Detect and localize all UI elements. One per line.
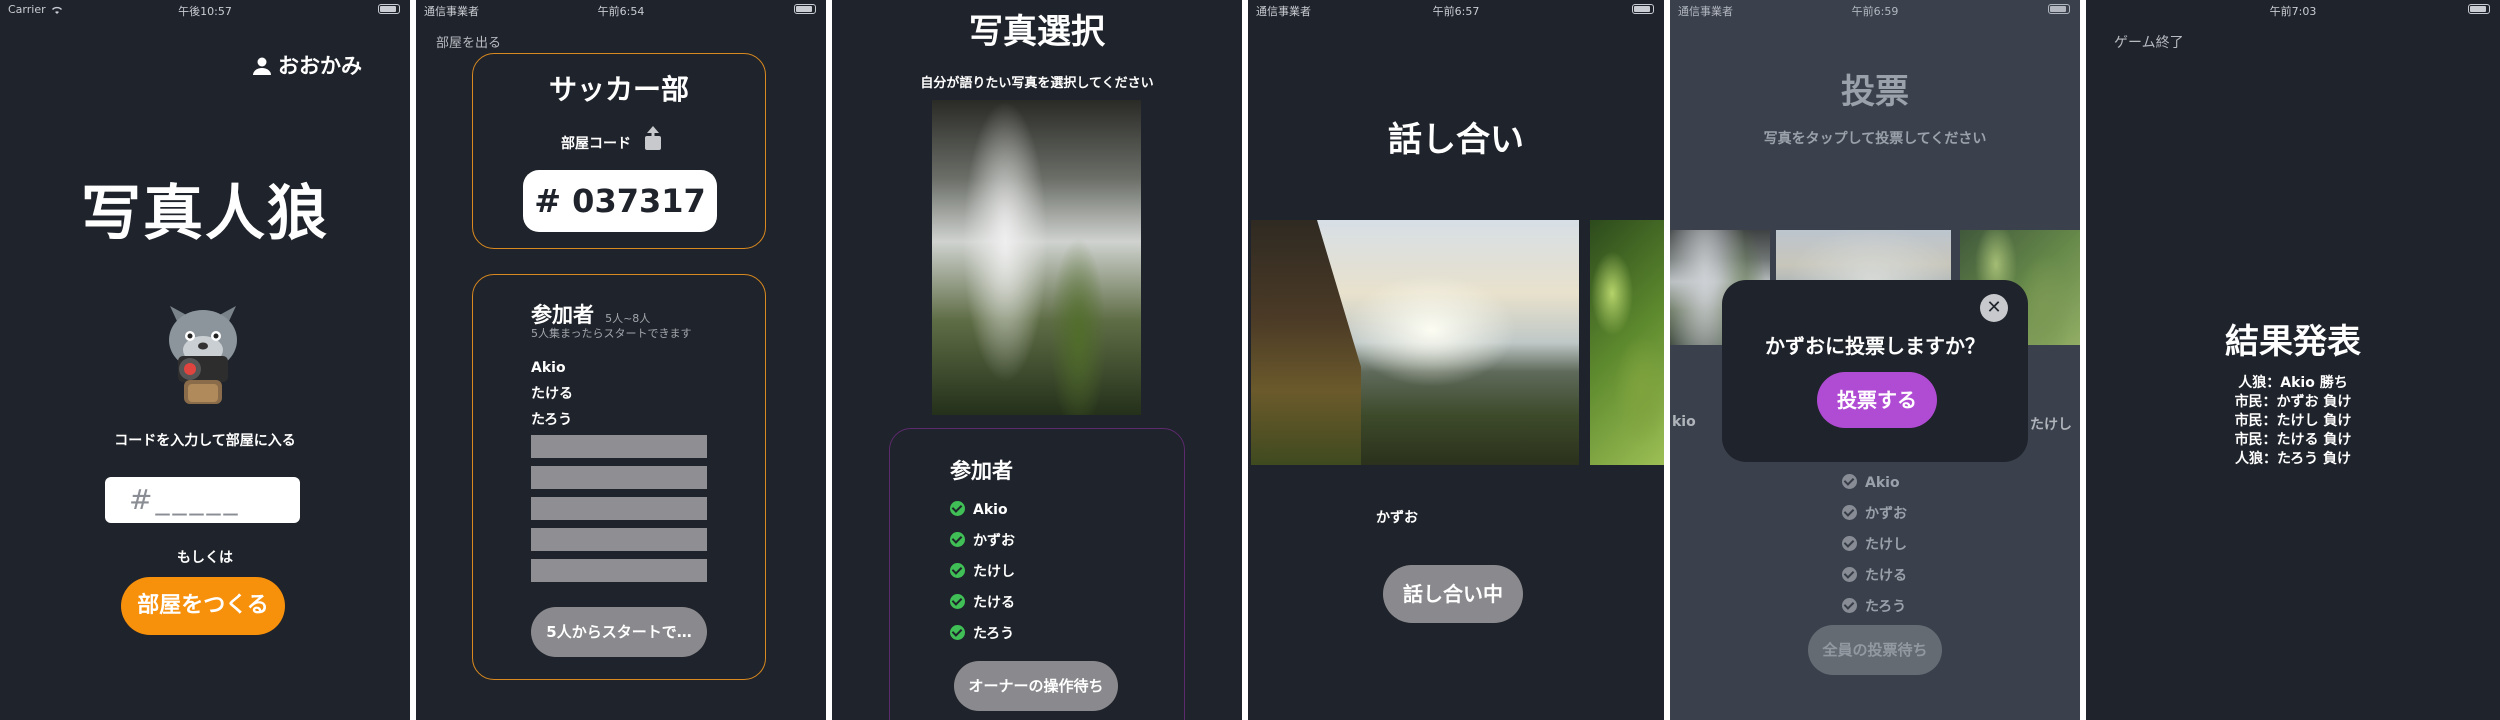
battery-icon — [378, 4, 400, 14]
battery-icon — [1632, 4, 1654, 14]
status-time: 午前6:54 — [597, 5, 645, 18]
room-code-label: 部屋コード — [561, 126, 664, 153]
list-item: Akio — [531, 360, 566, 376]
list-item: Akio — [950, 495, 1015, 526]
battery-icon — [794, 4, 816, 14]
status-time: 午前6:57 — [1432, 5, 1480, 18]
page-title: 結果発表 — [2225, 322, 2361, 362]
discussion-photo[interactable] — [1251, 220, 1579, 465]
waterfall-photo[interactable] — [932, 100, 1141, 415]
speaker-name: かずお — [1376, 510, 1418, 526]
result-row: 市民：かずお 負け — [2234, 394, 2352, 410]
result-row: 市民：たけし 負け — [2234, 413, 2352, 429]
list-item: かずお — [950, 526, 1015, 557]
wolf-mascot-image — [148, 288, 258, 408]
list-item: たろう — [950, 619, 1015, 650]
list-item: たろう — [531, 412, 573, 428]
list-item: たける — [531, 386, 573, 402]
check-icon — [950, 563, 965, 578]
room-code-input[interactable]: #_____ — [105, 477, 300, 523]
empty-slot — [531, 435, 707, 458]
empty-slot — [531, 528, 707, 551]
participants-card: 参加者 5人~8人 5人集まったらスタートできます Akio たける たろう 5… — [472, 274, 766, 680]
result-row: 市民：たける 負け — [2234, 432, 2352, 448]
screen-results: 午前7:03 ゲーム終了 結果発表 人狼：Akio 勝ち 市民：かずお 負け 市… — [2086, 0, 2500, 720]
result-row: 人狼：Akio 勝ち — [2238, 375, 2348, 391]
join-prompt: コードを入力して部屋に入る — [114, 433, 296, 449]
list-item: たけし — [950, 557, 1015, 588]
screen-discussion: 通信事業者 午前6:57 話し合い かずお 話し合い中 — [1248, 0, 1664, 720]
participants-range: 5人~8人 — [605, 312, 651, 325]
user-icon — [253, 57, 271, 75]
result-row: 人狼：たろう 負け — [2234, 451, 2352, 467]
status-bar: 通信事業者 午前6:57 — [1248, 0, 1664, 20]
list-item: たける — [950, 588, 1015, 619]
start-game-button[interactable]: 5人からスタートで… — [531, 607, 707, 657]
or-label: もしくは — [177, 550, 233, 566]
check-icon — [950, 532, 965, 547]
status-bar: 午前7:03 — [2086, 0, 2500, 20]
room-code-display: # 037317 — [523, 170, 717, 232]
check-icon — [950, 501, 965, 516]
room-info-card: サッカー部 部屋コード # 037317 — [472, 53, 766, 249]
share-icon[interactable] — [642, 126, 664, 152]
status-bar: Carrier 午後10:57 — [0, 0, 410, 20]
participants-title: 参加者 — [531, 303, 594, 327]
instruction-text: 自分が語りたい写真を選択してください — [920, 76, 1154, 91]
check-icon — [950, 625, 965, 640]
screen-lobby: 通信事業者 午前6:54 部屋を出る サッカー部 部屋コード # 037317 … — [416, 0, 826, 720]
participant-list: Akio たける たろう — [531, 355, 573, 433]
empty-slot — [531, 559, 707, 582]
user-name: おおかみ — [278, 54, 362, 78]
status-time: 午前7:03 — [2269, 5, 2317, 18]
participants-card: 参加者 Akio かずお たけし たける たろう オーナーの操作待ち — [889, 428, 1185, 720]
end-game-link[interactable]: ゲーム終了 — [2114, 32, 2184, 52]
results-list: 人狼：Akio 勝ち 市民：かずお 負け 市民：たけし 負け 市民：たける 負け… — [2086, 374, 2500, 469]
empty-slot — [531, 466, 707, 489]
page-title: 写真選択 — [969, 12, 1105, 52]
status-time: 午後10:57 — [178, 5, 232, 18]
waiting-owner-button[interactable]: オーナーの操作待ち — [954, 661, 1118, 711]
discussing-button[interactable]: 話し合い中 — [1383, 565, 1523, 623]
vote-button[interactable]: 投票する — [1817, 372, 1937, 428]
check-icon — [950, 594, 965, 609]
screen-vote: 通信事業者 午前6:59 投票 写真をタップして投票してください kio たけし… — [1670, 0, 2080, 720]
modal-question: かずおに投票しますか？ — [1765, 334, 1985, 358]
cliff-shape — [1251, 220, 1361, 465]
screen-home: Carrier 午後10:57 おおかみ 写真人狼 コードを入力して部屋に入る … — [0, 0, 410, 720]
participants-note: 5人集まったらスタートできます — [531, 327, 692, 340]
app-title: 写真人狼 — [81, 179, 329, 249]
create-room-button[interactable]: 部屋をつくる — [121, 577, 285, 635]
vote-confirm-modal: ✕ かずおに投票しますか？ 投票する — [1722, 280, 2028, 462]
participants-title: 参加者 — [950, 459, 1013, 483]
status-bar: 通信事業者 午前6:54 — [416, 0, 826, 20]
next-photo-peek[interactable] — [1590, 220, 1664, 465]
page-title: 話し合い — [1388, 120, 1524, 160]
room-name: サッカー部 — [548, 73, 689, 106]
close-icon[interactable]: ✕ — [1980, 294, 2008, 322]
screen-photo-select: 写真選択 自分が語りたい写真を選択してください 参加者 Akio かずお たけし… — [832, 0, 1242, 720]
battery-icon — [2468, 4, 2490, 14]
leave-room-link[interactable]: 部屋を出る — [436, 32, 501, 51]
empty-slot — [531, 497, 707, 520]
user-profile-button[interactable]: おおかみ — [252, 50, 362, 80]
participant-list: Akio かずお たけし たける たろう — [950, 495, 1015, 650]
